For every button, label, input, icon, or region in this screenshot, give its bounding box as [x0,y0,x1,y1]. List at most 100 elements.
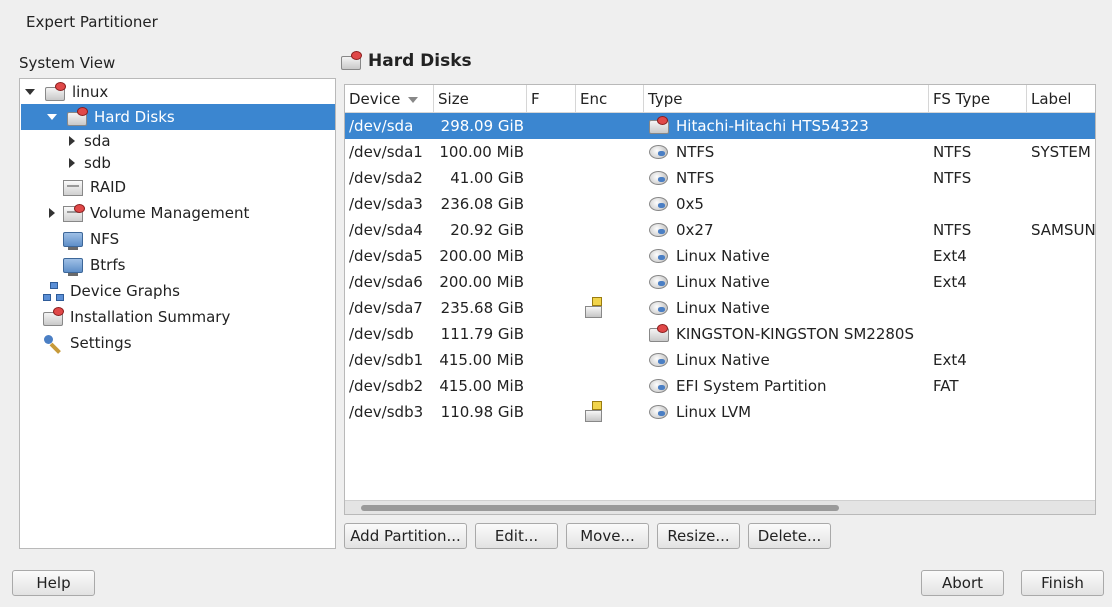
tree-item-nfs[interactable]: NFS [62,226,119,252]
cell-type: KINGSTON-KINGSTON SM2280S [648,321,929,347]
table-row[interactable]: /dev/sda1 100.00 MiB NTFS NTFS SYSTEM [345,139,1095,165]
table-row[interactable]: /dev/sdb2 415.00 MiB EFI System Partition F… [345,373,1095,399]
type-text: Linux Native [676,247,770,265]
table-row[interactable]: /dev/sdb 111.79 GiB KINGSTON-KINGSTON SM22… [345,321,1095,347]
type-text: NTFS [676,169,715,187]
edit-button[interactable]: Edit... [475,523,558,549]
delete-button[interactable]: Delete... [748,523,831,549]
window-title: Expert Partitioner [26,13,158,31]
btrfs-icon [62,255,84,276]
horizontal-scrollbar[interactable] [345,500,1095,514]
sort-descending-icon [408,96,419,103]
collapse-arrow-icon[interactable] [66,135,78,147]
table-row[interactable]: /dev/sda7 235.68 GiB Linux Native [345,295,1095,321]
tree-item-raid[interactable]: RAID [62,174,126,200]
system-view-tree[interactable]: linux Hard Disks sda sdb RAID Volume Man… [19,78,336,549]
table-row[interactable]: /dev/sda2 41.00 GiB NTFS NTFS [345,165,1095,191]
column-header-f[interactable]: F [527,85,576,113]
table-row[interactable]: /dev/sda3 236.08 GiB 0x5 [345,191,1095,217]
cell-fs [933,295,1027,321]
tree-item-installation-summary[interactable]: Installation Summary [42,304,230,330]
cell-size: 200.00 MiB [439,273,524,291]
cell-enc [580,243,644,269]
cell-device: /dev/sda1 [349,143,423,161]
cell-f [531,347,576,373]
table-row[interactable]: /dev/sda5 200.00 MiB Linux Native Ext4 [345,243,1095,269]
cell-device: /dev/sdb [349,325,414,343]
cell-label [1031,269,1095,295]
partition-icon [648,196,668,212]
add-partition-button[interactable]: Add Partition... [344,523,467,549]
cell-size: 235.68 GiB [440,299,524,317]
cell-enc [580,295,644,321]
column-header-device[interactable]: Device [345,85,434,113]
column-header-enc[interactable]: Enc [576,85,644,113]
finish-button[interactable]: Finish [1021,570,1104,596]
tree-item-sda[interactable]: sda [66,129,111,153]
cell-enc [580,139,644,165]
cell-size: 110.98 GiB [440,403,524,421]
cell-label [1031,347,1095,373]
partition-icon [648,248,668,264]
tree-item-sdb[interactable]: sdb [66,151,111,175]
cell-type: 0x27 [648,217,929,243]
devices-table[interactable]: Device Size F Enc Type FS Type Label /de… [344,84,1096,515]
cell-fs: NTFS [933,221,972,239]
tree-item-volume-management[interactable]: Volume Management [46,200,249,226]
tree-item-btrfs[interactable]: Btrfs [62,252,125,278]
cell-fs [933,113,1027,139]
partition-icon [648,274,668,290]
partition-icon [648,222,668,238]
tree-item-linux[interactable]: linux [24,79,108,105]
tree-item-label: sdb [84,154,111,172]
cell-type: NTFS [648,139,929,165]
table-row[interactable]: /dev/sda6 200.00 MiB Linux Native Ext4 [345,269,1095,295]
raid-icon [62,177,84,197]
page-title: Hard Disks [368,51,472,71]
cell-fs: FAT [933,377,959,395]
partition-icon [648,144,668,160]
tree-item-hard-disks[interactable]: Hard Disks [21,104,335,130]
tree-item-device-graphs[interactable]: Device Graphs [42,278,180,304]
cell-enc [580,113,644,139]
tree-item-label: Installation Summary [70,308,231,326]
table-row[interactable]: /dev/sdb3 110.98 GiB Linux LVM [345,399,1095,425]
cell-size: 415.00 MiB [439,351,524,369]
cell-label [1031,113,1095,139]
cell-f [531,165,576,191]
disk-icon [648,324,669,342]
move-button[interactable]: Move... [566,523,649,549]
tree-item-label: Volume Management [90,204,250,222]
collapse-arrow-icon[interactable] [46,207,58,219]
cell-label [1031,165,1095,191]
cell-type: Linux Native [648,269,929,295]
cell-enc [580,269,644,295]
expand-arrow-icon[interactable] [24,86,36,98]
hard-disks-heading: Hard Disks [340,51,472,71]
column-header-type[interactable]: Type [644,85,929,113]
table-row[interactable]: /dev/sdb1 415.00 MiB Linux Native Ext4 [345,347,1095,373]
cell-device: /dev/sda6 [349,273,423,291]
table-row[interactable]: /dev/sda 298.09 GiB Hitachi-Hitachi HTS543… [345,113,1095,139]
cell-fs: NTFS [933,169,972,187]
help-button[interactable]: Help [12,570,95,596]
cell-f [531,321,576,347]
settings-icon [42,333,64,353]
resize-button[interactable]: Resize... [657,523,740,549]
cell-label [1031,243,1095,269]
cell-f [531,139,576,165]
column-header-label[interactable]: Label [1027,85,1095,113]
partition-icon [648,300,668,316]
collapse-arrow-icon[interactable] [66,157,78,169]
expand-arrow-icon[interactable] [46,111,58,123]
scrollbar-thumb[interactable] [361,505,839,511]
cell-enc [580,321,644,347]
cell-fs [933,191,1027,217]
cell-enc [580,165,644,191]
abort-button[interactable]: Abort [921,570,1004,596]
partition-icon [648,170,668,186]
table-row[interactable]: /dev/sda4 20.92 GiB 0x27 NTFS SAMSUN [345,217,1095,243]
column-header-size[interactable]: Size [434,85,527,113]
column-header-fs-type[interactable]: FS Type [929,85,1027,113]
tree-item-settings[interactable]: Settings [42,330,132,356]
